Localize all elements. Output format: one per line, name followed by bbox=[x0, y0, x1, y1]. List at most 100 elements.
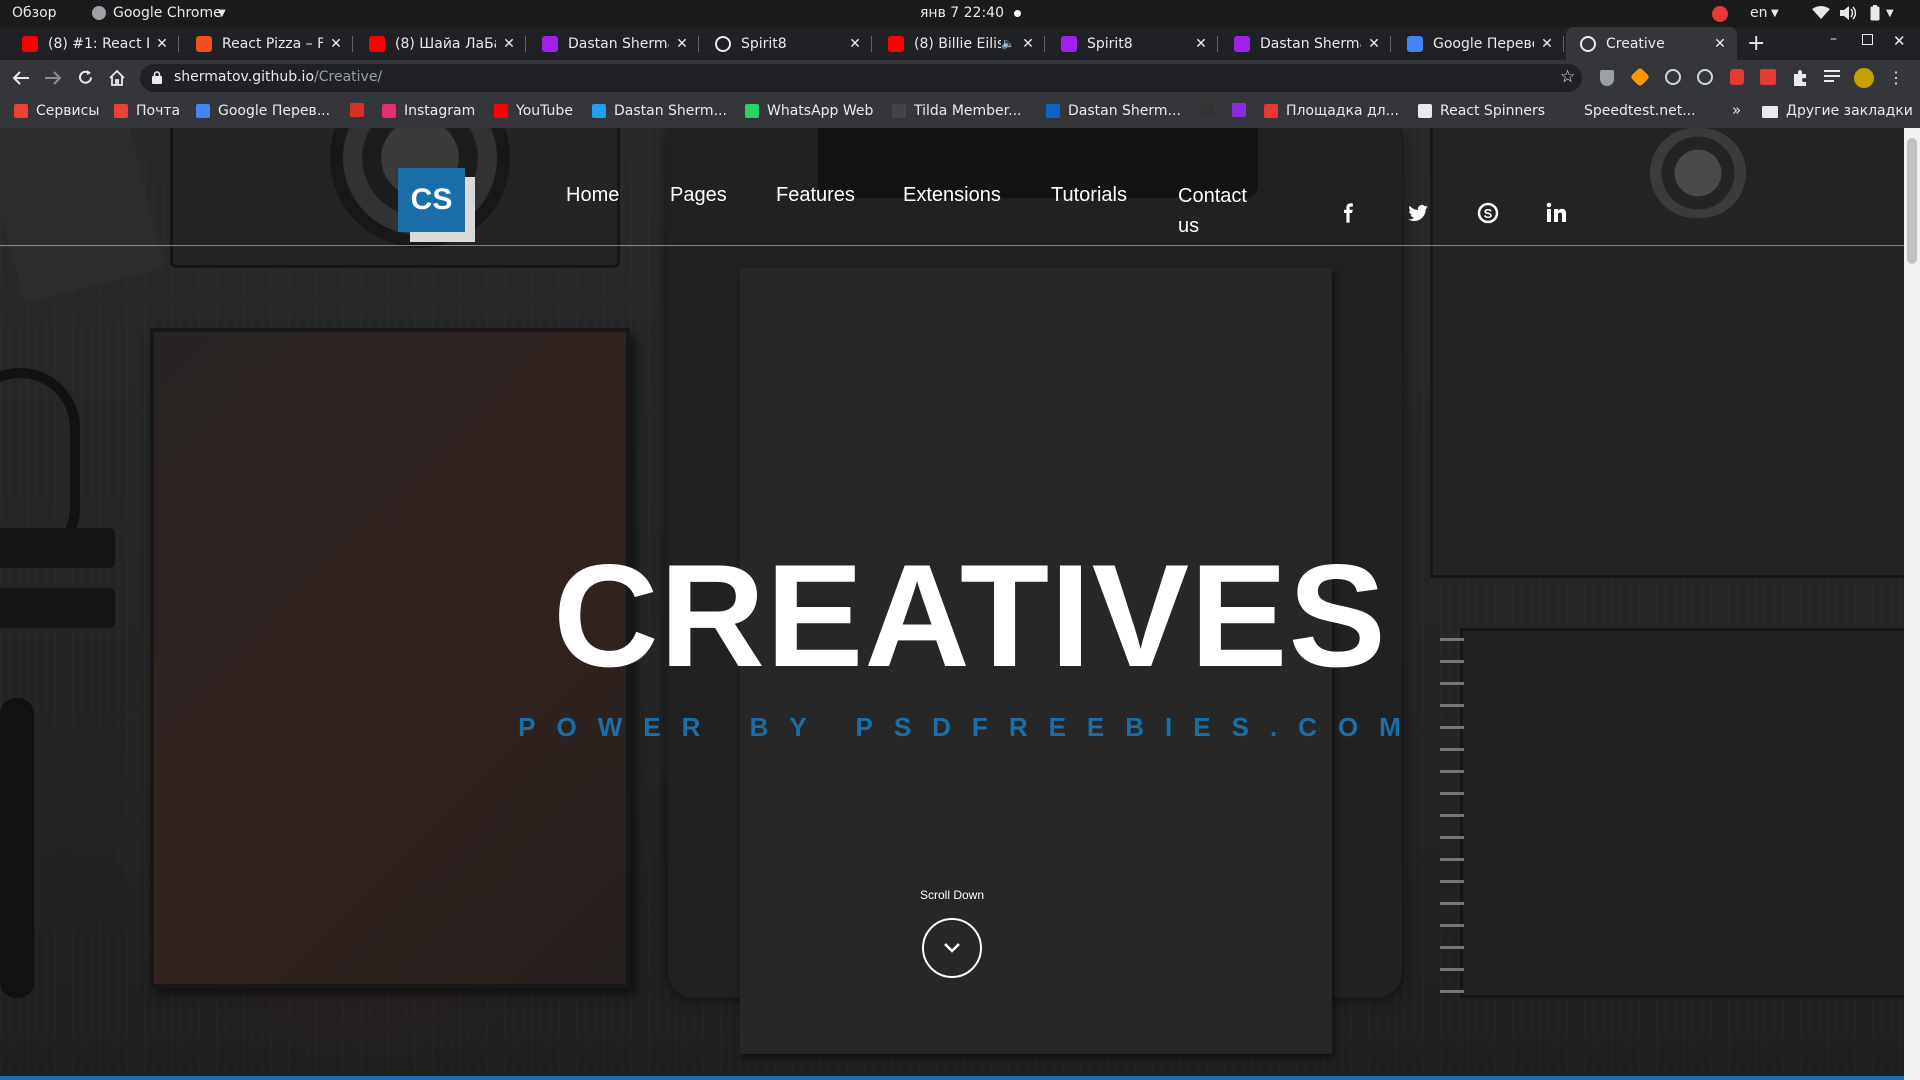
bookmark-item[interactable]: Google Перев... bbox=[196, 103, 330, 119]
bookmarks-overflow-button[interactable]: » bbox=[1732, 101, 1741, 119]
bookmark-item[interactable]: Dastan Sherm... bbox=[1046, 103, 1181, 119]
linkedin-icon[interactable] bbox=[1545, 201, 1569, 225]
bookmark-star-icon[interactable]: ☆ bbox=[1560, 67, 1575, 87]
close-tab-icon[interactable]: ✕ bbox=[1021, 36, 1035, 52]
keyboard-layout[interactable]: en bbox=[1750, 5, 1768, 21]
tab-2[interactable]: React Pizza – Figma ✕ bbox=[182, 27, 353, 60]
target-extension-icon[interactable] bbox=[1697, 69, 1713, 85]
bookmark-item[interactable]: YouTube bbox=[494, 103, 573, 119]
tab-title: (8) #1: React Pizza bbox=[48, 35, 149, 52]
close-tab-icon[interactable]: ✕ bbox=[329, 36, 343, 52]
bookmark-item[interactable]: Instagram bbox=[382, 103, 475, 119]
tab-separator bbox=[1563, 36, 1564, 52]
url-text[interactable]: shermatov.github.io/Creative/ bbox=[174, 69, 382, 85]
tab-4[interactable]: Dastan Shermatov ✕ bbox=[528, 27, 699, 60]
notification-dot-icon bbox=[1014, 10, 1021, 17]
tab-5[interactable]: Spirit8 ✕ bbox=[701, 27, 872, 60]
skype-icon[interactable]: S bbox=[1476, 201, 1500, 225]
google-translate-icon bbox=[196, 104, 210, 118]
bookmark-label: Instagram bbox=[404, 103, 476, 119]
bookmark-item[interactable]: WhatsApp Web bbox=[745, 103, 873, 119]
close-tab-icon[interactable]: ✕ bbox=[1540, 36, 1554, 52]
close-tab-icon[interactable]: ✕ bbox=[1367, 36, 1381, 52]
nav-pages[interactable]: Pages bbox=[670, 184, 727, 207]
bookmark-item[interactable]: React Spinners bbox=[1418, 103, 1545, 119]
lock-icon[interactable] bbox=[152, 71, 162, 84]
volume-icon[interactable] bbox=[1840, 6, 1856, 20]
wrench-extension-icon[interactable] bbox=[1630, 67, 1650, 87]
nav-contact-us[interactable]: Contact us bbox=[1178, 181, 1258, 241]
reload-icon[interactable] bbox=[77, 69, 94, 86]
close-tab-icon[interactable]: ✕ bbox=[502, 36, 516, 52]
audio-playing-icon[interactable]: 🔈 bbox=[1001, 37, 1015, 50]
clock[interactable]: янв 7 22:40 bbox=[920, 5, 1004, 21]
tray-app-icon[interactable] bbox=[1712, 6, 1728, 22]
bookmark-item[interactable] bbox=[1200, 103, 1222, 117]
forward-arrow-icon[interactable] bbox=[44, 70, 62, 86]
scroll-down-button[interactable] bbox=[922, 918, 982, 978]
other-bookmarks-button[interactable]: Другие закладки bbox=[1786, 103, 1913, 119]
close-tab-icon[interactable]: ✕ bbox=[1713, 36, 1727, 52]
profile-avatar[interactable] bbox=[1854, 68, 1874, 88]
home-icon[interactable] bbox=[108, 69, 126, 86]
close-tab-icon[interactable]: ✕ bbox=[1194, 36, 1208, 52]
adblock-shield-icon[interactable] bbox=[1600, 70, 1614, 86]
tab-3[interactable]: (8) Шайа ЛаБаф ✕ bbox=[355, 27, 526, 60]
close-tab-icon[interactable]: ✕ bbox=[675, 36, 689, 52]
bookmark-item[interactable]: Сервисы bbox=[14, 103, 99, 119]
tab-1[interactable]: (8) #1: React Pizza ✕ bbox=[8, 27, 179, 60]
nav-home[interactable]: Home bbox=[566, 184, 619, 207]
minimize-icon[interactable]: – bbox=[1830, 31, 1837, 47]
tab-10[interactable]: Creative ✕ bbox=[1566, 27, 1737, 60]
bookmark-item[interactable]: Dastan Sherm... bbox=[592, 103, 727, 119]
page-scrollbar[interactable] bbox=[1904, 128, 1920, 1080]
bookmark-item[interactable] bbox=[350, 103, 372, 117]
extensions-puzzle-icon[interactable] bbox=[1792, 69, 1808, 86]
bookmark-item[interactable]: Speedtest.net... bbox=[1584, 103, 1696, 119]
nav-features[interactable]: Features bbox=[776, 184, 855, 207]
nav-tutorials[interactable]: Tutorials bbox=[1051, 184, 1127, 207]
tab-title: Dastan Shermatov bbox=[568, 35, 669, 52]
tab-7[interactable]: Spirit8 ✕ bbox=[1047, 27, 1218, 60]
close-tab-icon[interactable]: ✕ bbox=[155, 36, 169, 52]
new-tab-plus-icon[interactable]: + bbox=[1747, 31, 1765, 56]
twitter-icon[interactable] bbox=[1406, 201, 1430, 225]
phpstorm-icon bbox=[1234, 35, 1250, 52]
app-menu[interactable]: Google Chrome bbox=[113, 5, 222, 21]
browser-menu-icon[interactable]: ⋮ bbox=[1888, 68, 1904, 88]
close-window-icon[interactable]: ✕ bbox=[1893, 32, 1906, 50]
wifi-icon[interactable] bbox=[1812, 6, 1830, 20]
tab-8[interactable]: Dastan Shermatov ✕ bbox=[1220, 27, 1391, 60]
site-logo[interactable]: CS bbox=[398, 168, 465, 232]
tab-6[interactable]: (8) Billie Eilish🔈 ✕ bbox=[874, 27, 1045, 60]
github-icon bbox=[1200, 103, 1214, 117]
nav-extensions[interactable]: Extensions bbox=[903, 184, 1001, 207]
bookmark-item[interactable] bbox=[1232, 103, 1254, 117]
maximize-icon[interactable] bbox=[1862, 34, 1873, 45]
battery-icon[interactable] bbox=[1870, 5, 1880, 21]
tab-separator bbox=[525, 36, 526, 52]
address-bar[interactable]: shermatov.github.io/Creative/ ☆ bbox=[140, 64, 1582, 92]
layout-arrow-icon[interactable]: ▼ bbox=[1771, 8, 1779, 19]
react-devtools-icon[interactable] bbox=[1665, 69, 1681, 85]
system-menu-arrow-icon[interactable]: ▼ bbox=[1886, 8, 1894, 19]
bookmark-item[interactable]: Tilda Member... bbox=[892, 103, 1021, 119]
bookmark-item[interactable]: Площадка дл... bbox=[1264, 103, 1399, 119]
app-menu-arrow-icon[interactable]: ▼ bbox=[218, 8, 226, 19]
tab-9[interactable]: Google Переводчик ✕ bbox=[1393, 27, 1564, 60]
back-arrow-icon[interactable] bbox=[12, 70, 30, 86]
tab-title: (8) Billie Eilish bbox=[914, 35, 1002, 52]
red-extension-icon[interactable] bbox=[1730, 69, 1744, 85]
close-tab-icon[interactable]: ✕ bbox=[848, 36, 862, 52]
facebook-icon[interactable] bbox=[1336, 201, 1360, 225]
todoist-extension-icon[interactable] bbox=[1760, 69, 1776, 85]
folder-icon bbox=[1762, 106, 1778, 118]
bookmark-item[interactable]: Почта bbox=[114, 103, 180, 119]
tab-title: Spirit8 bbox=[741, 35, 787, 52]
scrollbar-thumb[interactable] bbox=[1907, 138, 1917, 264]
bookmark-label: Speedtest.net... bbox=[1584, 103, 1696, 119]
bookmark-label: Tilda Member... bbox=[914, 103, 1022, 119]
activities-button[interactable]: Обзор bbox=[12, 5, 57, 21]
reading-list-icon[interactable] bbox=[1824, 70, 1840, 84]
bookmark-label: Сервисы bbox=[36, 103, 100, 119]
